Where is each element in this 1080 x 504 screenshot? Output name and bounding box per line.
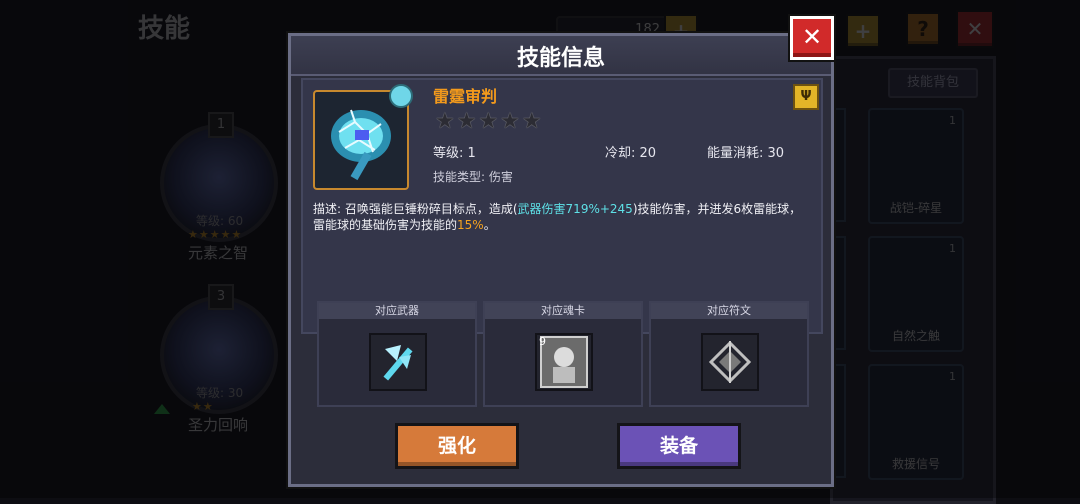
soul-card-item[interactable]: 9: [535, 333, 593, 391]
slot-label: 对应符文: [651, 303, 807, 319]
rune-icon: [708, 340, 752, 384]
weapon-slot: 对应武器: [317, 301, 477, 407]
card-level: 9: [539, 335, 546, 348]
slot-label: 对应魂卡: [485, 303, 641, 319]
skill-level-label: 等级: 1: [433, 146, 476, 161]
skill-star-rating: ★★★★★: [435, 109, 544, 134]
soul-card-slot: 对应魂卡 9: [483, 301, 643, 407]
rune-slot: 对应符文: [649, 301, 809, 407]
skill-element-badge-icon: [389, 84, 413, 108]
description-percent-highlight: 15%: [457, 218, 484, 232]
slot-label: 对应武器: [319, 303, 475, 319]
upgrade-button[interactable]: 强化: [395, 423, 519, 469]
equip-button[interactable]: 装备: [617, 423, 741, 469]
thunder-hammer-icon: [331, 109, 391, 181]
skill-description: 描述: 召唤强能巨锤粉碎目标点，造成(武器伤害719%+245)技能伤害，并迸发…: [313, 201, 813, 233]
skill-energy-label: 能量消耗: 30: [707, 146, 785, 161]
skill-info-modal: 技能信息 雷霆审判 ★★★★★ Ψ 等级: 1 冷却: 20 能量消耗: 30 …: [288, 33, 834, 487]
skill-cooldown-label: 冷却: 20: [605, 146, 657, 161]
modal-header: 技能信息: [291, 36, 831, 76]
close-button[interactable]: ✕: [790, 16, 834, 60]
weapon-axe-icon: [383, 345, 413, 381]
description-text: 描述: 召唤强能巨锤粉碎目标点，造成(: [313, 202, 518, 216]
weapon-item[interactable]: [369, 333, 427, 391]
skill-type-label: 技能类型: 伤害: [433, 170, 513, 184]
skill-name: 雷霆审判: [433, 87, 498, 106]
description-damage-highlight: 武器伤害719%+245: [517, 202, 633, 216]
modal-title: 技能信息: [516, 46, 605, 71]
rune-type-icon[interactable]: Ψ: [793, 84, 819, 110]
description-text: 。: [483, 218, 496, 232]
rune-item[interactable]: [701, 333, 759, 391]
